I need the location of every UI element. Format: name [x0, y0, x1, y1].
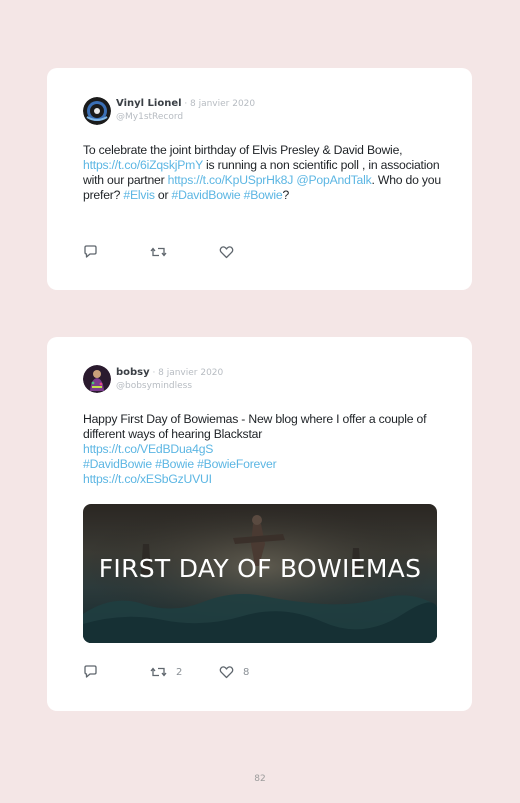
retweet-icon: [150, 247, 167, 257]
tweet-text-line: https://t.co/xESbGzUVUI: [83, 472, 445, 487]
retweet-button[interactable]: [150, 245, 176, 259]
hashtag-link[interactable]: #BowieForever: [197, 457, 277, 471]
tweet-text-segment: or: [154, 188, 172, 202]
tweet-image[interactable]: FIRST DAY OF BOWIEMAS: [83, 504, 437, 643]
reply-button[interactable]: [83, 245, 98, 259]
tweet-text-segment: Happy First Day of Bowiemas - New blog w…: [83, 412, 427, 441]
hashtag-link[interactable]: #Bowie: [155, 457, 194, 471]
retweet-button[interactable]: 2: [150, 665, 182, 679]
like-icon: [219, 246, 234, 259]
tweet-text-line: #DavidBowie #Bowie #BowieForever: [83, 457, 445, 472]
separator: ·: [184, 99, 188, 109]
avatar[interactable]: [83, 97, 111, 125]
hashtag-link[interactable]: #DavidBowie: [83, 457, 152, 471]
author-name[interactable]: Vinyl Lionel: [116, 98, 182, 109]
url-link[interactable]: https://t.co/KpUSprHk8J: [168, 173, 294, 187]
retweet-icon: [150, 667, 167, 677]
tweet-card: bobsy · 8 janvier 2020 @bobsymindless Ha…: [47, 337, 472, 711]
author-handle[interactable]: @My1stRecord: [116, 111, 255, 124]
hashtag-link[interactable]: #Elvis: [123, 188, 155, 202]
tweet-date[interactable]: 8 janvier 2020: [190, 99, 255, 109]
tweet-text-segment: To celebrate the joint birthday of Elvis…: [83, 143, 403, 157]
tweet-text: Happy First Day of Bowiemas - New blog w…: [83, 412, 445, 487]
separator: ·: [152, 368, 156, 378]
tweet-text-segment: ?: [282, 188, 290, 202]
like-icon: [219, 666, 234, 679]
tweet-actions: 2 8: [83, 665, 443, 681]
tweet-card: Vinyl Lionel · 8 janvier 2020 @My1stReco…: [47, 68, 472, 290]
like-button[interactable]: [219, 245, 243, 259]
hashtag-link[interactable]: #DavidBowie: [172, 188, 241, 202]
mention-link[interactable]: @PopAndTalk: [296, 173, 371, 187]
author-name[interactable]: bobsy: [116, 367, 150, 378]
hashtag-link[interactable]: #Bowie: [244, 188, 283, 202]
author-handle[interactable]: @bobsymindless: [116, 380, 223, 393]
tweet-text-line: https://t.co/VEdBDua4gS: [83, 442, 445, 457]
reply-icon: [84, 245, 97, 258]
url-link[interactable]: https://t.co/VEdBDua4gS: [83, 442, 213, 456]
avatar[interactable]: [83, 365, 111, 393]
url-link[interactable]: https://t.co/xESbGzUVUI: [83, 472, 212, 486]
retweet-count: 2: [176, 666, 183, 678]
page-number: 82: [254, 774, 266, 784]
tweet-date[interactable]: 8 janvier 2020: [158, 368, 223, 378]
url-link[interactable]: https://t.co/6iZqskjPmY: [83, 158, 203, 172]
image-caption: FIRST DAY OF BOWIEMAS: [98, 554, 422, 583]
tweet-text: To celebrate the joint birthday of Elvis…: [83, 143, 445, 203]
reply-icon: [84, 665, 97, 678]
reply-button[interactable]: [83, 665, 98, 679]
like-count: 8: [243, 666, 250, 678]
like-button[interactable]: 8: [219, 665, 249, 679]
tweet-actions: [83, 245, 443, 261]
tweet-text-line: Happy First Day of Bowiemas - New blog w…: [83, 412, 445, 442]
